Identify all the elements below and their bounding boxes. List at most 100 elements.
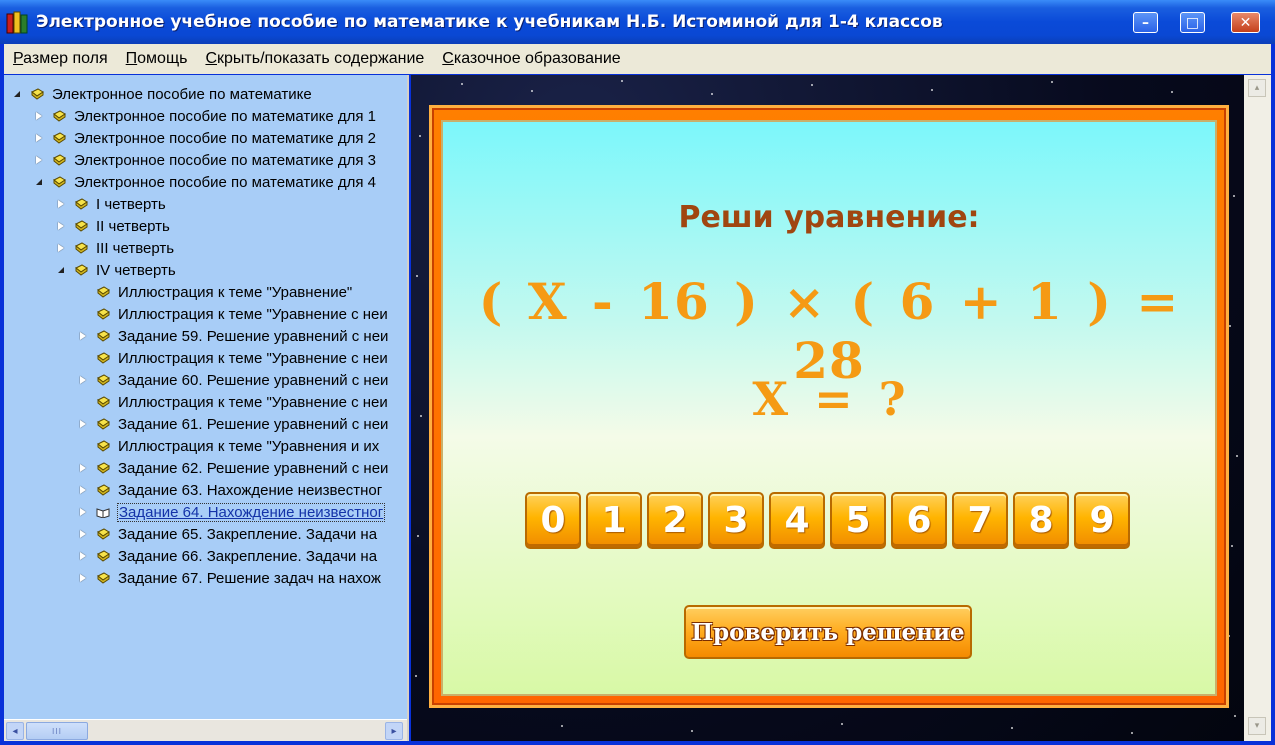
tree-item-label: Иллюстрация к теме "Уравнения и их	[118, 437, 380, 455]
tree-item-label: Иллюстрация к теме "Уравнение с неи	[118, 305, 388, 323]
book-icon	[97, 550, 110, 562]
tree-item[interactable]: Электронное пособие по математике для 2	[34, 128, 377, 148]
tree-item[interactable]: Задание 64. Нахождение неизвестног	[78, 502, 386, 522]
exercise-area: Реши уравнение: ( X - 16 ) × ( 6 + 1 ) =…	[411, 75, 1244, 741]
digit-button-8[interactable]: 8	[1013, 492, 1069, 549]
menu-field-size[interactable]: Размер поля	[13, 50, 108, 68]
collapse-arrow-icon[interactable]	[34, 178, 43, 187]
book-icon	[97, 462, 110, 474]
scrollbar-thumb[interactable]: III	[26, 722, 88, 740]
tree-item[interactable]: Электронное пособие по математике для 1	[34, 106, 377, 126]
tree-item[interactable]: I четверть	[56, 194, 167, 214]
star-decoration	[1234, 715, 1236, 717]
tree-item[interactable]: Задание 63. Нахождение неизвестног	[78, 480, 383, 500]
tree-item-label: Электронное пособие по математике	[52, 85, 312, 103]
expand-arrow-icon[interactable]	[78, 552, 87, 561]
star-decoration	[1171, 91, 1173, 93]
tree-item[interactable]: II четверть	[56, 216, 171, 236]
tree-horizontal-scrollbar[interactable]: ◂ III ▸	[4, 719, 407, 741]
scroll-left-arrow-icon[interactable]: ◂	[6, 722, 24, 740]
book-icon	[53, 110, 66, 122]
star-decoration	[561, 725, 563, 727]
tree-item[interactable]: Электронное пособие по математике для 3	[34, 150, 377, 170]
expand-arrow-icon[interactable]	[78, 530, 87, 539]
expand-arrow-icon[interactable]	[78, 574, 87, 583]
star-decoration	[1229, 325, 1231, 327]
tree-item[interactable]: Задание 59. Решение уравнений с неи	[78, 326, 389, 346]
digit-button-3[interactable]: 3	[708, 492, 764, 549]
tree-item[interactable]: Иллюстрация к теме "Уравнение"	[78, 282, 353, 302]
tree-item[interactable]: IV четверть	[56, 260, 177, 280]
collapse-arrow-icon[interactable]	[12, 90, 21, 99]
tree-item[interactable]: Задание 60. Решение уравнений с неи	[78, 370, 389, 390]
book-icon	[53, 154, 66, 166]
app-window: Электронное учебное пособие по математик…	[0, 0, 1275, 745]
tree-item-label: I четверть	[96, 195, 166, 213]
digit-button-4[interactable]: 4	[769, 492, 825, 549]
expand-arrow-icon[interactable]	[78, 376, 87, 385]
tree-item[interactable]: Задание 66. Закрепление. Задачи на	[78, 546, 378, 566]
star-decoration	[420, 415, 422, 417]
tree-item[interactable]: Иллюстрация к теме "Уравнение с неи	[78, 348, 389, 368]
tree-item[interactable]: Задание 67. Решение задач на нахож	[78, 568, 382, 588]
tree-item-label: Электронное пособие по математике для 1	[74, 107, 376, 125]
menu-help[interactable]: Помощь	[126, 50, 188, 68]
collapse-arrow-icon[interactable]	[56, 266, 65, 275]
expand-arrow-icon[interactable]	[78, 508, 87, 517]
book-icon	[97, 352, 110, 364]
tree-item[interactable]: Электронное пособие по математике	[12, 84, 313, 104]
expand-arrow-icon[interactable]	[78, 464, 87, 473]
content-vertical-scrollbar[interactable]: ▴ ▾	[1244, 75, 1271, 741]
tree-item[interactable]: Задание 65. Закрепление. Задачи на	[78, 524, 378, 544]
tree-item[interactable]: Задание 62. Решение уравнений с неи	[78, 458, 389, 478]
menu-toggle-contents[interactable]: Скрыть/показать содержание	[205, 50, 424, 68]
menu-fairytale-education[interactable]: Сказочное образование	[442, 50, 620, 68]
minimize-button[interactable]: –	[1133, 12, 1158, 33]
expand-arrow-icon[interactable]	[34, 156, 43, 165]
expand-arrow-icon[interactable]	[78, 486, 87, 495]
tree-item[interactable]: III четверть	[56, 238, 175, 258]
book-icon	[97, 308, 110, 320]
tree-item[interactable]: Иллюстрация к теме "Уравнения и их	[78, 436, 380, 456]
contents-tree: Электронное пособие по математике Электро…	[4, 75, 409, 741]
close-button[interactable]: ✕	[1231, 12, 1260, 33]
expand-arrow-icon[interactable]	[56, 222, 65, 231]
digit-button-9[interactable]: 9	[1074, 492, 1130, 549]
expand-arrow-icon[interactable]	[34, 112, 43, 121]
digit-button-0[interactable]: 0	[525, 492, 581, 549]
expand-arrow-icon[interactable]	[56, 200, 65, 209]
check-solution-button[interactable]: Проверить решение	[684, 605, 972, 659]
title-bar[interactable]: Электронное учебное пособие по математик…	[0, 0, 1275, 44]
book-icon	[31, 88, 44, 100]
star-decoration	[1051, 81, 1053, 83]
digit-button-5[interactable]: 5	[830, 492, 886, 549]
book-icon	[53, 132, 66, 144]
book-icon	[97, 484, 110, 496]
scroll-up-arrow-icon[interactable]: ▴	[1248, 79, 1266, 97]
exercise-prompt: Реши уравнение:	[678, 200, 980, 235]
expand-arrow-icon[interactable]	[34, 134, 43, 143]
menu-bar: Размер поля Помощь Скрыть/показать содер…	[4, 44, 1271, 74]
tree-item-label: Задание 67. Решение задач на нахож	[118, 569, 381, 587]
scroll-right-arrow-icon[interactable]: ▸	[385, 722, 403, 740]
tree-item[interactable]: Задание 61. Решение уравнений с неи	[78, 414, 389, 434]
expand-arrow-icon[interactable]	[78, 420, 87, 429]
digit-button-2[interactable]: 2	[647, 492, 703, 549]
tree-item[interactable]: Иллюстрация к теме "Уравнение с неи	[78, 304, 389, 324]
star-decoration	[811, 84, 813, 86]
star-decoration	[417, 535, 419, 537]
tree-item[interactable]: Электронное пособие по математике для 4	[34, 172, 377, 192]
digit-button-1[interactable]: 1	[586, 492, 642, 549]
scroll-down-arrow-icon[interactable]: ▾	[1248, 717, 1266, 735]
expand-arrow-icon[interactable]	[56, 244, 65, 253]
tree-item[interactable]: Иллюстрация к теме "Уравнение с неи	[78, 392, 389, 412]
maximize-button[interactable]: □	[1180, 12, 1205, 33]
book-icon	[75, 242, 88, 254]
expand-arrow-icon[interactable]	[78, 332, 87, 341]
star-decoration	[531, 90, 533, 92]
digit-button-6[interactable]: 6	[891, 492, 947, 549]
tree-item-label: Задание 61. Решение уравнений с неи	[118, 415, 389, 433]
digit-button-7[interactable]: 7	[952, 492, 1008, 549]
open-book-icon	[96, 508, 110, 518]
star-decoration	[1233, 195, 1235, 197]
